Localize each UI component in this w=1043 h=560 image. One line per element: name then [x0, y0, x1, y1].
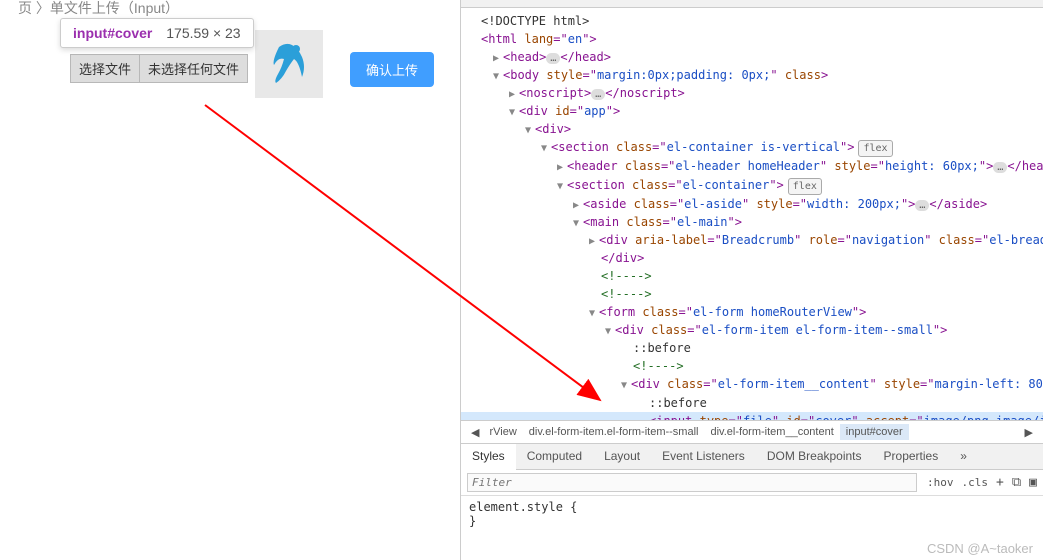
tree-line[interactable]: <aside class="el-aside" style="width: 20… — [461, 195, 1043, 213]
tree-line[interactable]: <form class="el-form homeRouterView"> — [461, 303, 1043, 321]
tree-line[interactable]: <div class="el-form-item__content" style… — [461, 375, 1043, 394]
devtools-panel: <!DOCTYPE html> <html lang="en"> <head>…… — [460, 0, 1043, 560]
confirm-upload-button[interactable]: 确认上传 — [350, 52, 434, 87]
elements-tree[interactable]: <!DOCTYPE html> <html lang="en"> <head>…… — [461, 8, 1043, 420]
crumb-prev-icon[interactable]: ◀ — [467, 426, 483, 439]
breadcrumb-bar: ◀ rView div.el-form-item.el-form-item--s… — [461, 420, 1043, 443]
devtools-toolbar — [461, 0, 1043, 8]
tree-line[interactable]: <div class="el-form-item el-form-item--s… — [461, 321, 1043, 339]
crumb-next-icon[interactable]: ▶ — [1021, 426, 1037, 439]
tab-styles[interactable]: Styles — [461, 444, 516, 470]
crumb-item[interactable]: div.el-form-item.el-form-item--small — [523, 424, 705, 440]
copy-icon[interactable]: ⧉ — [1012, 475, 1021, 490]
tree-line[interactable]: <section class="el-container">flex — [461, 176, 1043, 195]
tree-line[interactable]: <div id="app"> — [461, 102, 1043, 120]
tab-layout[interactable]: Layout — [593, 444, 651, 469]
tree-line[interactable]: <noscript>…</noscript> — [461, 84, 1043, 102]
tree-line[interactable]: <div aria-label="Breadcrumb" role="navig… — [461, 231, 1043, 249]
filter-input[interactable] — [467, 473, 917, 492]
tree-line[interactable]: <html lang="en"> — [461, 30, 1043, 48]
breadcrumb: 页 〉单文件上传（Input） — [10, 0, 187, 18]
tree-line[interactable]: <!----> — [461, 267, 1043, 285]
inspect-tooltip: input#cover 175.59 × 23 — [60, 18, 254, 48]
tooltip-selector: input#cover — [73, 25, 152, 41]
crumb-item[interactable]: rView — [483, 424, 522, 440]
preview-image — [255, 30, 323, 98]
file-input-row: 选择文件 未选择任何文件 — [70, 54, 248, 83]
tab-computed[interactable]: Computed — [516, 444, 593, 469]
tree-line[interactable]: <main class="el-main"> — [461, 213, 1043, 231]
tree-line[interactable]: <body style="margin:0px;padding: 0px;" c… — [461, 66, 1043, 84]
tree-line[interactable]: </div> — [461, 249, 1043, 267]
tree-line[interactable]: <section class="el-container is-vertical… — [461, 138, 1043, 157]
style-rules[interactable]: element.style { } — [461, 496, 1043, 532]
crumb-item[interactable]: div.el-form-item__content — [704, 424, 839, 440]
person-icon — [264, 39, 314, 89]
tree-line[interactable]: ::before — [461, 394, 1043, 412]
filter-row: :hov .cls + ⧉ ▣ — [461, 470, 1043, 496]
panel-icon[interactable]: ▣ — [1029, 475, 1037, 490]
tree-line[interactable]: <!----> — [461, 357, 1043, 375]
file-status-text: 未选择任何文件 — [140, 54, 248, 83]
tree-line-selected[interactable]: <input type="file" id="cover" accept="im… — [461, 412, 1043, 420]
tree-line[interactable]: <!DOCTYPE html> — [461, 12, 1043, 30]
tab-event-listeners[interactable]: Event Listeners — [651, 444, 756, 469]
tab-more-icon[interactable]: » — [949, 444, 978, 469]
tree-line[interactable]: <!----> — [461, 285, 1043, 303]
cls-toggle[interactable]: .cls — [962, 476, 989, 489]
tooltip-dims: 175.59 × 23 — [166, 25, 240, 41]
tree-line[interactable]: ::before — [461, 339, 1043, 357]
tree-line[interactable]: <div> — [461, 120, 1043, 138]
tab-dom-breakpoints[interactable]: DOM Breakpoints — [756, 444, 873, 469]
styles-tabs: Styles Computed Layout Event Listeners D… — [461, 444, 1043, 470]
choose-file-button[interactable]: 选择文件 — [70, 54, 140, 83]
tab-properties[interactable]: Properties — [873, 444, 950, 469]
add-rule-icon[interactable]: + — [996, 475, 1004, 490]
hov-toggle[interactable]: :hov — [927, 476, 954, 489]
watermark: CSDN @A~taoker — [927, 541, 1033, 556]
crumb-item-active[interactable]: input#cover — [840, 424, 909, 440]
page-left-panel: 页 〉单文件上传（Input） input#cover 175.59 × 23 … — [0, 0, 460, 560]
tree-line[interactable]: <head>…</head> — [461, 48, 1043, 66]
tree-line[interactable]: <header class="el-header homeHeader" sty… — [461, 157, 1043, 176]
